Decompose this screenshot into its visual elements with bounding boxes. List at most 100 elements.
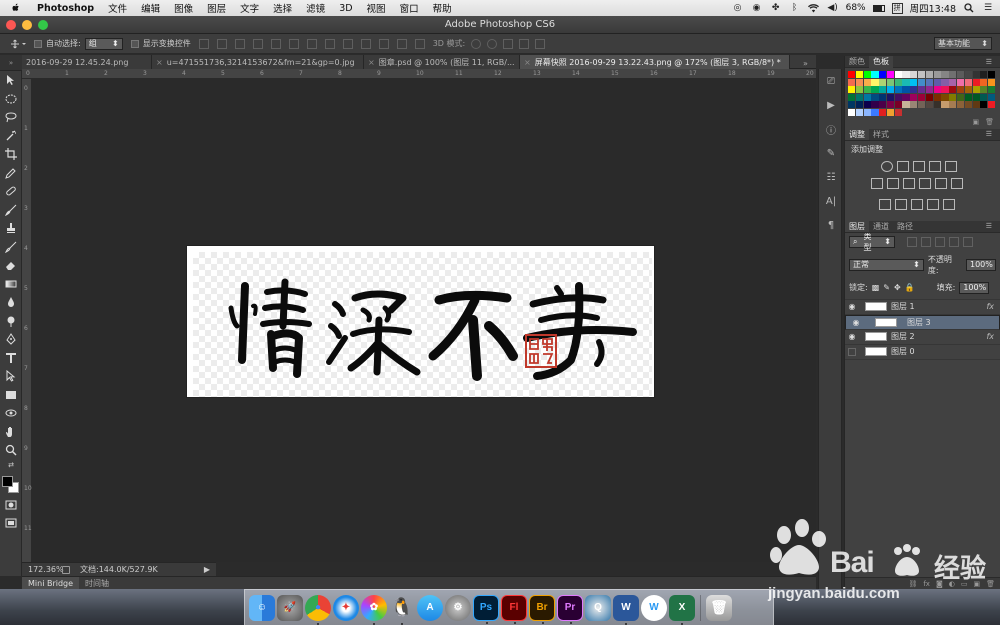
- excel-icon[interactable]: X: [669, 594, 695, 625]
- swatch-cell[interactable]: [918, 86, 926, 94]
- blur-tool[interactable]: [0, 293, 22, 312]
- swatch-cell[interactable]: [902, 93, 910, 101]
- creative-cloud-icon[interactable]: ◎: [732, 3, 744, 13]
- quick-mask-button[interactable]: [0, 496, 22, 515]
- quicktime-icon[interactable]: Q: [585, 594, 611, 621]
- more-tabs-icon[interactable]: »: [803, 59, 808, 68]
- layer-effects-icon[interactable]: fx: [986, 302, 994, 311]
- menu-layer[interactable]: 图层: [200, 1, 233, 15]
- swatch-cell[interactable]: [980, 71, 988, 78]
- menu-file[interactable]: 文件: [101, 1, 134, 15]
- clock[interactable]: 周四13:48: [910, 1, 956, 15]
- 3d-tool[interactable]: [0, 404, 22, 423]
- swatch-cell[interactable]: [964, 101, 972, 109]
- roll-3d-icon[interactable]: [487, 38, 498, 49]
- hue-saturation-icon[interactable]: [871, 177, 883, 189]
- wifi-icon[interactable]: [808, 3, 820, 13]
- panel-menu-icon[interactable]: ☰: [982, 128, 996, 140]
- eyedropper-tool[interactable]: [0, 164, 22, 183]
- fan-icon[interactable]: ✤: [770, 3, 782, 13]
- swatch-cell[interactable]: [855, 86, 863, 94]
- apple-icon[interactable]: [10, 2, 22, 14]
- channel-mixer-icon[interactable]: [935, 177, 947, 189]
- swatch-cell[interactable]: [972, 71, 980, 78]
- align-right-button[interactable]: [288, 38, 299, 49]
- close-window-button[interactable]: [6, 20, 16, 30]
- notification-center-icon[interactable]: ☰: [982, 3, 994, 13]
- swatch-cell[interactable]: [863, 86, 871, 94]
- tab-paths[interactable]: 路径: [893, 220, 917, 232]
- eraser-tool[interactable]: [0, 256, 22, 275]
- swatch-cell[interactable]: [918, 78, 926, 86]
- swatch-cell[interactable]: [848, 86, 856, 94]
- screen-mode-button[interactable]: [0, 514, 22, 533]
- app-store-icon[interactable]: A: [417, 594, 443, 621]
- swatch-cell[interactable]: [855, 108, 863, 116]
- distribute-vcenter-button[interactable]: [324, 38, 335, 49]
- swatch-cell[interactable]: [879, 93, 887, 101]
- close-tab-icon[interactable]: ×: [156, 58, 163, 67]
- zoom-tool[interactable]: [0, 441, 22, 460]
- swatch-cell[interactable]: [863, 101, 871, 109]
- link-layers-icon[interactable]: ⛓: [908, 580, 917, 588]
- swatch-cell[interactable]: [933, 78, 941, 86]
- gradient-tool[interactable]: [0, 275, 22, 294]
- distribute-left-button[interactable]: [360, 38, 371, 49]
- swatch-cell[interactable]: [988, 101, 996, 109]
- menu-select[interactable]: 选择: [266, 1, 299, 15]
- launchpad-icon[interactable]: 🚀: [277, 594, 303, 621]
- new-layer-icon[interactable]: ▣: [973, 580, 980, 588]
- swatch-cell[interactable]: [848, 71, 856, 78]
- shape-tool[interactable]: [0, 386, 22, 405]
- swatch-cell[interactable]: [956, 101, 965, 109]
- lock-transparent-icon[interactable]: ▩: [872, 283, 880, 292]
- opacity-input[interactable]: 100%: [966, 258, 996, 271]
- swatch-cell[interactable]: [972, 93, 980, 101]
- swatch-cell[interactable]: [855, 78, 863, 86]
- swatch-cell[interactable]: [910, 71, 918, 78]
- swatch-cell[interactable]: [925, 86, 933, 94]
- swatch-cell[interactable]: [886, 93, 895, 101]
- swatch-cell[interactable]: [871, 93, 879, 101]
- status-menu-arrow-icon[interactable]: ▶: [204, 565, 210, 574]
- layer-row[interactable]: ◉ 图层 2 fx: [845, 330, 1000, 345]
- swatch-cell[interactable]: [863, 78, 871, 86]
- swatch-cell[interactable]: [964, 93, 972, 101]
- crop-tool[interactable]: [0, 145, 22, 164]
- bluetooth-icon[interactable]: ᛒ: [789, 3, 801, 13]
- brightness-icon[interactable]: [881, 160, 893, 172]
- swatch-cell[interactable]: [949, 86, 957, 94]
- info-panel-icon[interactable]: ⓘ: [819, 117, 843, 141]
- swatch-cell[interactable]: [848, 101, 856, 109]
- swatch-cell[interactable]: [879, 78, 887, 86]
- chrome-icon[interactable]: ●: [305, 594, 331, 625]
- safari-icon[interactable]: ✦: [333, 594, 359, 621]
- swatch-cell[interactable]: [941, 78, 949, 86]
- swatch-cell[interactable]: [980, 93, 988, 101]
- selective-color-icon[interactable]: [943, 198, 955, 210]
- layer-name[interactable]: 图层 3: [907, 317, 931, 328]
- tab-color[interactable]: 颜色: [845, 56, 869, 68]
- finder-icon[interactable]: ☺: [249, 594, 275, 621]
- lock-image-icon[interactable]: ✎: [883, 283, 890, 292]
- swatch-cell[interactable]: [855, 71, 863, 78]
- swatch-cell[interactable]: [949, 78, 957, 86]
- swatch-cell[interactable]: [941, 101, 949, 109]
- black-white-icon[interactable]: [903, 177, 915, 189]
- invert-icon[interactable]: [879, 198, 891, 210]
- swatch-cell[interactable]: [894, 93, 902, 101]
- dodge-tool[interactable]: [0, 312, 22, 331]
- swatch-cell[interactable]: [964, 86, 972, 94]
- tab-adjustments[interactable]: 调整: [845, 128, 869, 141]
- scale-3d-icon[interactable]: [535, 38, 546, 49]
- align-hcenter-button[interactable]: [270, 38, 281, 49]
- photos-icon[interactable]: ✿: [361, 594, 387, 625]
- swatch-cell[interactable]: [956, 78, 965, 86]
- delete-layer-icon[interactable]: 🗑: [986, 580, 995, 588]
- swatch-cell[interactable]: [918, 93, 926, 101]
- swatch-cell[interactable]: [941, 71, 949, 78]
- healing-tool[interactable]: [0, 182, 22, 201]
- swatch-cell[interactable]: [894, 101, 902, 109]
- swatch-cell[interactable]: [988, 71, 996, 78]
- swatch-cell[interactable]: [925, 93, 933, 101]
